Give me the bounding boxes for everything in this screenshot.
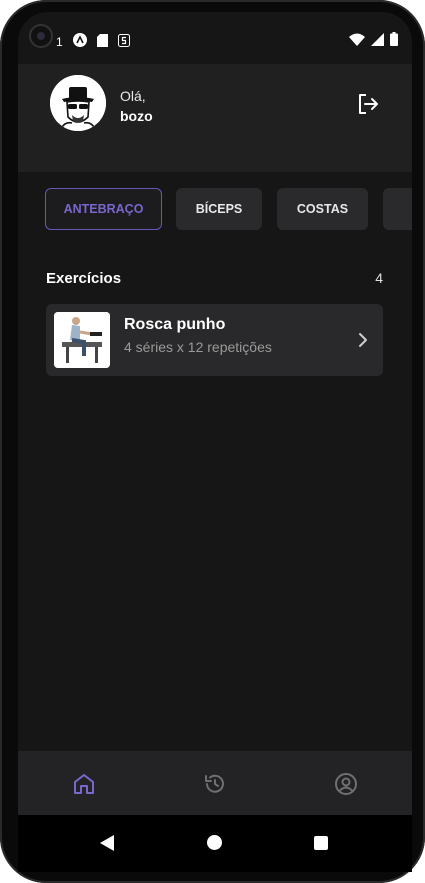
battery-icon (390, 32, 398, 49)
group-chip-partial[interactable] (383, 188, 412, 230)
profile-tab[interactable] (333, 771, 359, 797)
home-icon (74, 774, 94, 794)
chevron-right-icon (357, 331, 369, 349)
s-app-icon (117, 33, 130, 50)
back-button[interactable] (100, 835, 114, 856)
exercise-illustration (54, 312, 110, 368)
status-bar: 1 (18, 12, 412, 64)
history-tab[interactable] (202, 771, 228, 797)
device-frame: 1 Olá, bozo ANTEBRAÇO BÍCEPS COSTAS Exer… (0, 0, 425, 883)
exercises-count: 4 (375, 270, 383, 286)
exercise-details: 4 séries x 12 repetições (124, 339, 272, 355)
bottom-navigation (18, 751, 412, 815)
sd-card-icon (96, 33, 108, 50)
group-chip-costas[interactable]: COSTAS (277, 188, 368, 230)
wifi-icon (349, 33, 365, 49)
exercise-name: Rosca punho (124, 316, 226, 333)
back-triangle-icon (100, 835, 114, 851)
greeting-text: Olá, (120, 88, 146, 104)
home-system-button[interactable] (207, 835, 222, 850)
group-chip-antebraco[interactable]: ANTEBRAÇO (45, 188, 162, 230)
profile-icon (335, 773, 357, 795)
history-icon (205, 774, 224, 793)
status-right (349, 32, 398, 49)
exercise-card[interactable]: Rosca punho 4 séries x 12 repetições (46, 304, 383, 376)
exercises-heading: Exercícios (46, 270, 122, 287)
muscle-group-list: ANTEBRAÇO BÍCEPS COSTAS (45, 188, 412, 232)
group-chip-label: COSTAS (296, 202, 349, 216)
app-screen: 1 Olá, bozo ANTEBRAÇO BÍCEPS COSTAS Exer… (18, 12, 412, 872)
logout-button[interactable] (356, 92, 380, 116)
avatar[interactable] (50, 75, 106, 131)
group-chip-label: BÍCEPS (195, 202, 243, 216)
logout-icon (359, 94, 378, 114)
camera-cutout (29, 24, 53, 48)
username-text: bozo (120, 108, 153, 124)
recents-button[interactable] (314, 836, 328, 850)
group-chip-biceps[interactable]: BÍCEPS (176, 188, 262, 230)
status-left: 1 (56, 33, 130, 50)
notification-a-icon (72, 33, 87, 50)
avatar-heisenberg (50, 75, 106, 131)
user-header: Olá, bozo (18, 64, 412, 172)
notification-count: 1 (56, 34, 63, 49)
signal-icon (371, 32, 384, 49)
home-tab[interactable] (71, 771, 97, 797)
system-navigation-bar (18, 815, 412, 872)
group-chip-label: ANTEBRAÇO (63, 202, 144, 216)
exercise-thumbnail (54, 312, 110, 368)
